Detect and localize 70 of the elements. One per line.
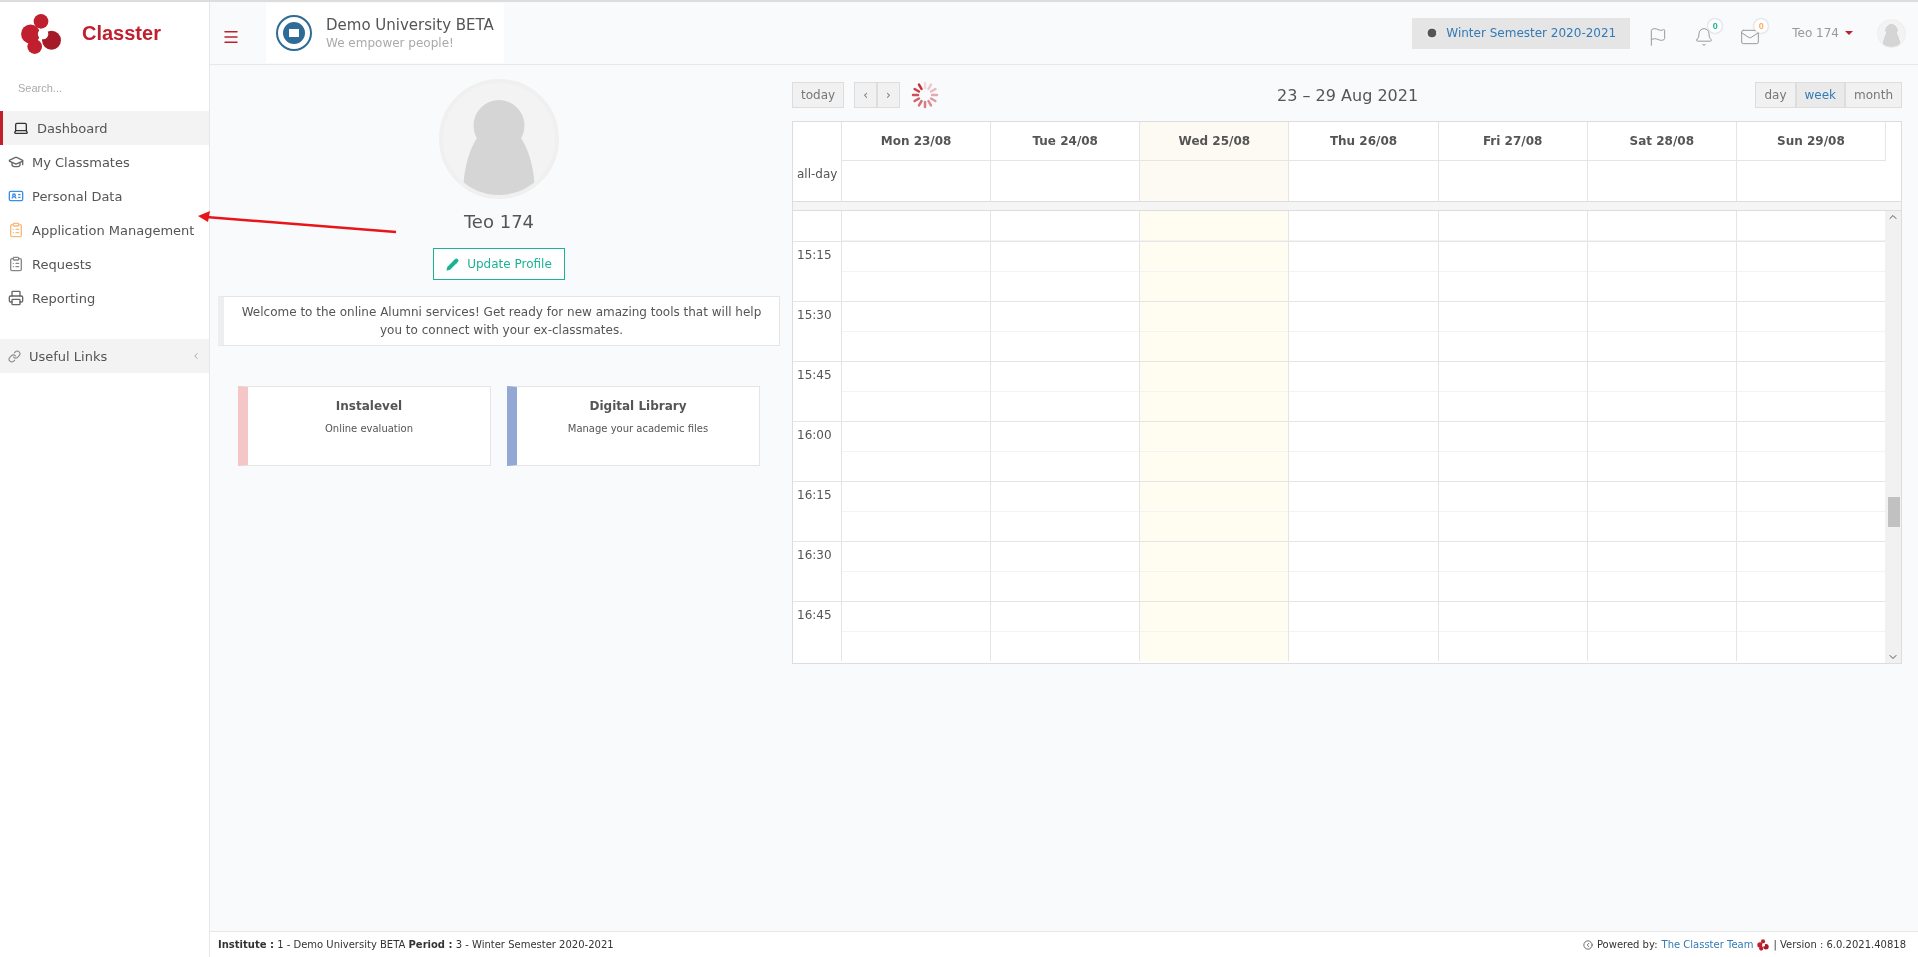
count-badge: 0	[1708, 19, 1723, 33]
prev-button[interactable]: ‹	[854, 82, 877, 108]
printer-icon	[8, 290, 24, 306]
spinner-icon	[909, 80, 940, 110]
avatar	[1877, 18, 1906, 48]
menu-icon	[222, 28, 240, 46]
powered-by-label: Powered by:	[1596, 939, 1658, 950]
day-header: Mon 23/08	[841, 122, 991, 161]
bell-icon	[1694, 27, 1715, 47]
time-label: 15:45	[796, 367, 833, 384]
version-label: | Version : 6.0.2021.40818	[1773, 939, 1906, 950]
sidebar-item[interactable]: Application Management	[0, 213, 209, 247]
university-slogan: We empower people!	[326, 36, 455, 50]
scrollbar-thumb[interactable]	[1888, 497, 1900, 527]
time-label: 16:00	[796, 427, 833, 444]
app-card[interactable]: Instalevel Online evaluation	[238, 386, 491, 466]
user-menu[interactable]: Teo 174	[1786, 25, 1859, 41]
all-day-label: all-day	[796, 166, 839, 183]
card-title: Digital Library	[589, 399, 687, 413]
clipboard-icon	[8, 256, 24, 272]
date-range: 23 – 29 Aug 2021	[1276, 85, 1420, 105]
search-field[interactable]: Search...	[16, 77, 200, 99]
sidebar-item[interactable]: Reporting	[0, 281, 209, 315]
next-button[interactable]: ›	[876, 82, 900, 108]
update-profile-button[interactable]: Update Profile	[433, 248, 565, 280]
view-button[interactable]: day	[1755, 82, 1796, 108]
sidebar-item[interactable]: Requests	[0, 247, 209, 281]
notifications-button[interactable]: 0	[1694, 19, 1723, 47]
time-label: 16:45	[796, 607, 833, 624]
day-header: Sun 29/08	[1735, 122, 1885, 161]
sidebar-item[interactable]: Personal Data	[0, 179, 209, 213]
time-label: 15:15	[796, 247, 833, 264]
clipboard-icon	[8, 222, 24, 238]
pencil-icon	[446, 257, 460, 271]
period-button[interactable]: Winter Semester 2020-2021	[1412, 17, 1631, 49]
time-label: 16:15	[796, 487, 833, 504]
sidebar-item[interactable]: My Classmates	[0, 145, 209, 179]
card-title: Instalevel	[335, 399, 403, 413]
card-subtitle: Manage your academic files	[567, 423, 709, 434]
team-link[interactable]: The Classter Team	[1661, 939, 1754, 950]
brand-name: Classter	[82, 22, 161, 45]
laptop-icon	[13, 120, 29, 136]
app-card[interactable]: Digital Library Manage your academic files	[507, 386, 760, 466]
day-header: Thu 26/08	[1288, 122, 1438, 161]
time-label: 16:30	[796, 547, 833, 564]
university-logo-icon	[276, 15, 312, 51]
today-button[interactable]: today	[792, 82, 845, 108]
card-subtitle: Online evaluation	[324, 423, 413, 434]
time-label: 15:30	[796, 307, 833, 324]
day-header: Fri 27/08	[1437, 122, 1587, 161]
day-header: Wed 25/08	[1139, 122, 1289, 161]
count-badge: 0	[1754, 19, 1769, 33]
university-title: Demo University BETA	[326, 16, 494, 34]
id-card-icon	[8, 188, 24, 204]
sidebar-item[interactable]: Dashboard	[0, 111, 209, 145]
graduation-cap-icon	[8, 154, 24, 170]
clock-icon	[1426, 27, 1439, 39]
link-icon	[8, 349, 21, 363]
chevron-icon	[191, 351, 201, 361]
view-button[interactable]: month	[1845, 82, 1902, 108]
logo-icon	[1757, 938, 1770, 951]
scrollbar[interactable]	[1885, 211, 1901, 663]
sidebar-item[interactable]: Useful Links	[0, 339, 209, 373]
welcome-message: Welcome to the online Alumni services! Get ready for new amazing tools that will help you to connect with your ex-classmates.	[218, 296, 780, 346]
profile-name: Teo 174	[463, 211, 535, 232]
envelope-icon	[1740, 27, 1761, 47]
footer-info: Institute : 1 - Demo University BETA Period : 3 - Winter Semester 2020-2021	[218, 939, 614, 950]
day-header: Sat 28/08	[1586, 122, 1736, 161]
logo-icon	[20, 12, 62, 55]
view-button[interactable]: week	[1795, 82, 1846, 108]
